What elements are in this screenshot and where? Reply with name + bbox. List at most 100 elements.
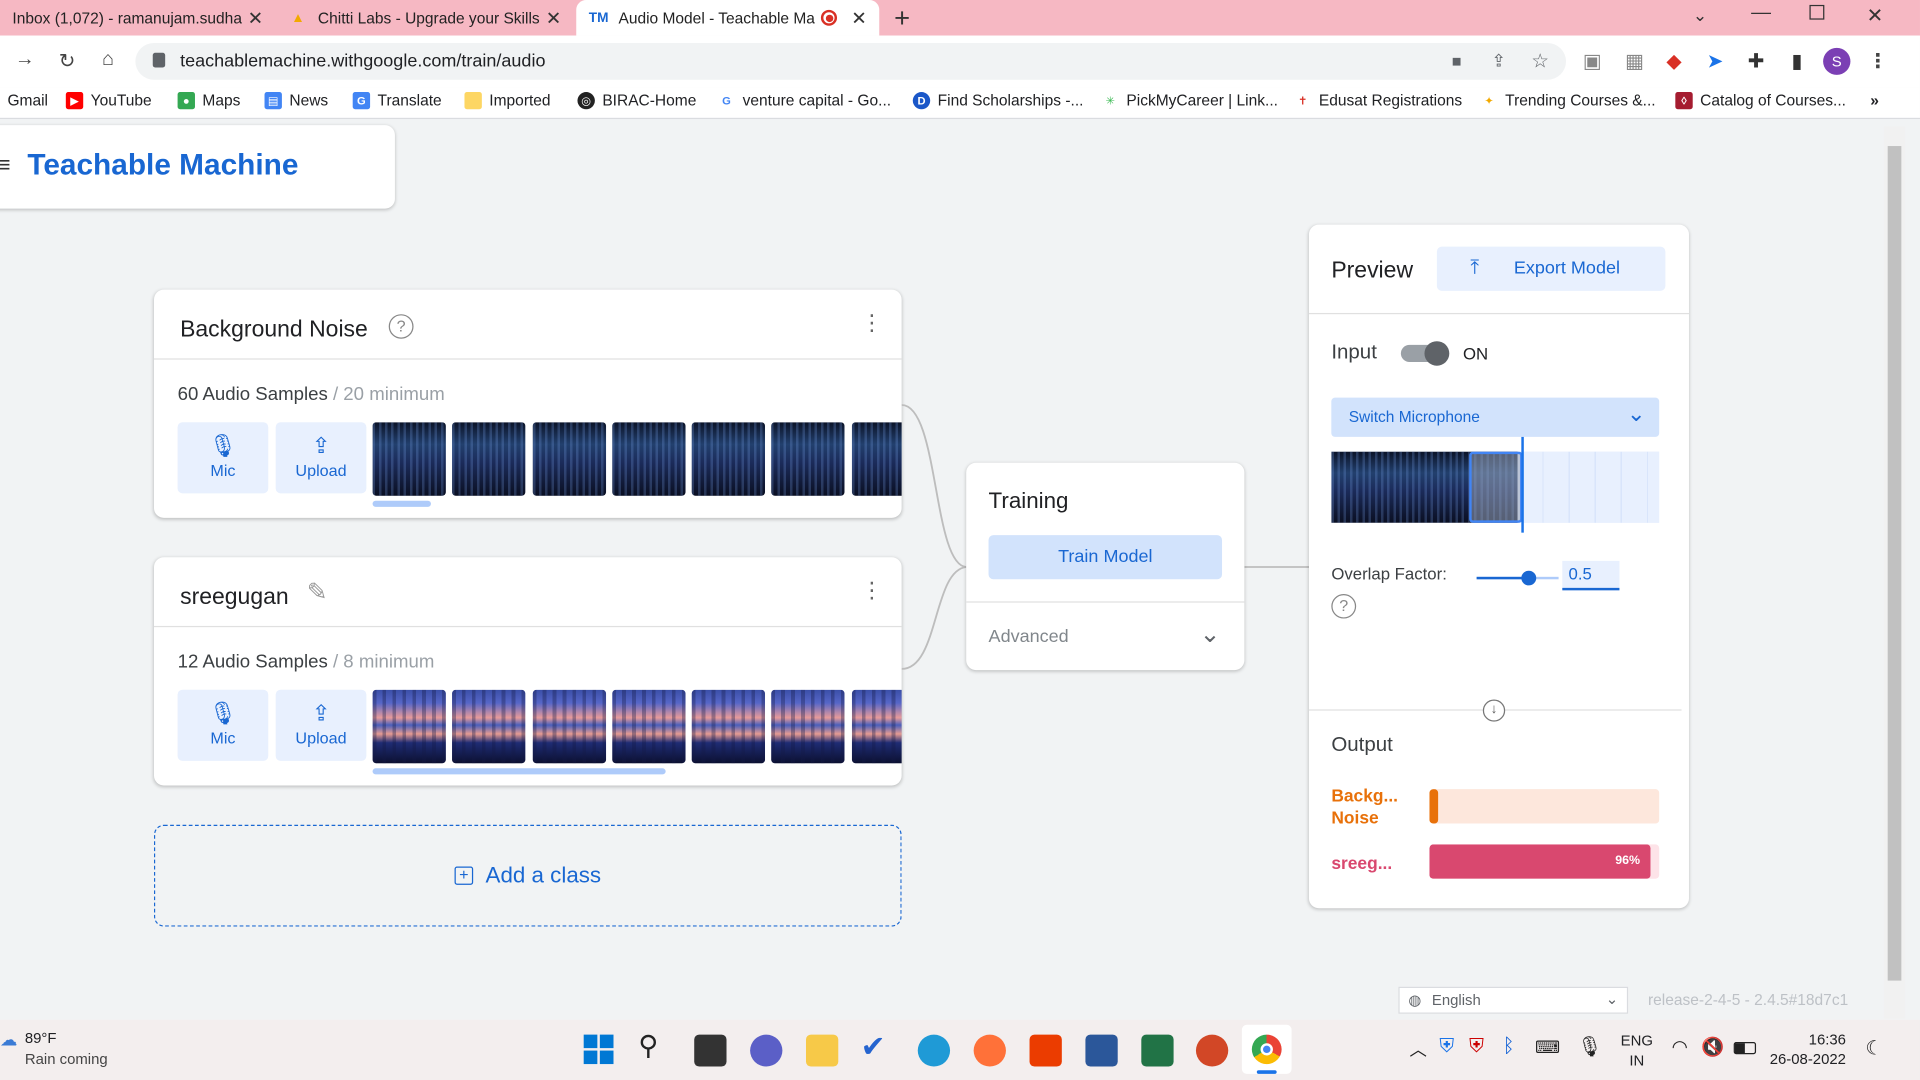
tab-chitti-labs[interactable]: ▲ Chitti Labs - Upgrade your Skills ✕ (276, 0, 574, 36)
extension-red-icon[interactable]: ◆ (1662, 49, 1687, 74)
export-model-button[interactable]: ⤒ Export Model (1436, 246, 1666, 291)
overlap-slider-track[interactable] (1476, 570, 1559, 586)
search-icon[interactable]: ⚲ (638, 1030, 658, 1062)
spectrogram-thumbnail[interactable] (691, 689, 766, 764)
defender-shield-icon[interactable]: ⛨ (1439, 1036, 1454, 1058)
spectrogram-thumbnail[interactable] (771, 422, 845, 496)
scrollbar-thumb[interactable] (1887, 146, 1902, 981)
bookmark-imported[interactable]: Imported (464, 92, 551, 110)
spectrogram-thumbnail[interactable] (851, 422, 902, 496)
clock[interactable]: 16:36 26-08-2022 (1770, 1030, 1846, 1069)
input-toggle[interactable] (1400, 341, 1450, 366)
bookmark-catalog[interactable]: ◊ Catalog of Courses... (1675, 92, 1846, 110)
bookmark-translate[interactable]: G Translate (352, 92, 442, 110)
thumbnail-scrollbar[interactable] (372, 500, 431, 507)
home-icon[interactable]: ⌂ (96, 49, 121, 71)
edge-icon[interactable] (917, 1034, 951, 1067)
battery-icon[interactable] (1733, 1041, 1757, 1055)
spectrogram-thumbnail[interactable] (372, 689, 446, 764)
windows-start-icon[interactable] (583, 1034, 614, 1065)
class-name[interactable]: sreegugan (180, 583, 289, 610)
tab-search-chevron-icon[interactable]: ⌄ (1693, 5, 1708, 26)
tab-inbox[interactable]: Inbox (1,072) - ramanujam.sudha ✕ (0, 0, 276, 36)
bluetooth-icon[interactable]: ᛒ (1503, 1036, 1515, 1058)
extension-blue-icon[interactable]: ➤ (1703, 49, 1728, 74)
edit-pencil-icon[interactable]: ✎ (307, 577, 328, 608)
spectrogram-thumbnail[interactable] (612, 689, 686, 764)
page-scrollbar[interactable] (1883, 126, 1906, 1019)
microphone-tray-icon[interactable]: 🎙 (1577, 1035, 1602, 1060)
bookmark-trending-courses[interactable]: ✦ Trending Courses &... (1480, 92, 1656, 110)
more-bookmarks-icon[interactable]: » (1870, 92, 1879, 109)
close-window-icon[interactable]: ✕ (1867, 4, 1884, 29)
keyboard-icon[interactable]: ⌨ (1535, 1037, 1560, 1058)
spectrogram-thumbnail[interactable] (532, 689, 607, 764)
wifi-icon[interactable]: ◠ (1672, 1036, 1688, 1058)
mic-button[interactable]: 🎙 Mic (177, 422, 269, 494)
spectrogram-thumbnail[interactable] (452, 422, 526, 496)
bookmark-gmail[interactable]: Gmail (7, 92, 48, 109)
add-class-button[interactable]: + Add a class (153, 824, 902, 927)
chat-icon[interactable] (750, 1034, 783, 1067)
notifications-icon[interactable]: ☾ (1865, 1036, 1883, 1061)
close-tab-icon[interactable]: ✕ (851, 7, 867, 29)
bookmark-find-scholarships[interactable]: D Find Scholarships -... (912, 92, 1083, 110)
overlap-factor-input[interactable]: 0.5 (1562, 560, 1620, 591)
minimize-icon[interactable]: — (1751, 2, 1771, 24)
bookmark-news[interactable]: ▤ News (264, 92, 328, 110)
extensions-puzzle-icon[interactable]: ✚ (1744, 49, 1769, 74)
office-icon[interactable] (1029, 1034, 1062, 1067)
advanced-toggle[interactable]: Advanced ⌄ (966, 603, 1244, 671)
bookmark-birac[interactable]: ◎ BIRAC-Home (577, 92, 696, 110)
mic-button[interactable]: 🎙 Mic (177, 689, 269, 761)
share-icon[interactable]: ⇪ (1492, 50, 1507, 71)
camera-icon[interactable]: ■ (1452, 52, 1462, 70)
close-tab-icon[interactable]: ✕ (546, 7, 562, 29)
todo-check-icon[interactable]: ✔ (861, 1030, 886, 1066)
spectrogram-thumbnail[interactable] (612, 422, 686, 496)
weather-temp[interactable]: 89°F (25, 1030, 57, 1047)
spectrogram-thumbnail[interactable] (532, 422, 607, 496)
forward-icon[interactable]: → (12, 49, 37, 71)
file-explorer-icon[interactable] (805, 1034, 839, 1067)
overlap-slider-thumb[interactable] (1521, 570, 1537, 586)
upload-button[interactable]: ⇪ Upload (275, 689, 367, 761)
address-bar[interactable]: teachablemachine.withgoogle.com/train/au… (135, 42, 1567, 80)
chevron-up-icon[interactable]: ︿ (1410, 1037, 1427, 1062)
restore-icon[interactable] (1809, 4, 1825, 20)
class-options-kebab-icon[interactable]: ⋮ (861, 579, 883, 601)
firefox-icon[interactable] (973, 1034, 1006, 1067)
spectrogram-thumbnail[interactable] (851, 689, 902, 764)
spectrogram-thumbnail[interactable] (372, 422, 446, 496)
thumbnail-scrollbar[interactable] (372, 768, 666, 775)
calendar-extension-icon[interactable]: ▦ (1622, 49, 1647, 74)
close-tab-icon[interactable]: ✕ (248, 7, 264, 29)
bookmark-youtube[interactable]: ▶ YouTube (65, 92, 152, 110)
bookmark-venture-capital[interactable]: Gventure capital - Go... (717, 92, 891, 110)
language-select[interactable]: ◍ English ⌄ (1398, 986, 1629, 1014)
chrome-taskbar-button[interactable] (1241, 1024, 1292, 1074)
upload-button[interactable]: ⇪ Upload (275, 422, 367, 494)
bookmark-star-icon[interactable]: ☆ (1531, 49, 1549, 74)
speaker-muted-icon[interactable]: 🔇 (1701, 1036, 1724, 1058)
bookmark-maps[interactable]: ● Maps (177, 92, 240, 110)
tab-audio-model[interactable]: TM Audio Model - Teachable Ma ✕ (576, 0, 880, 36)
microphone-select[interactable]: Switch Microphone ⌄ (1331, 397, 1660, 437)
train-model-button[interactable]: Train Model (988, 535, 1223, 580)
extension-q-icon[interactable]: ▣ (1580, 49, 1605, 74)
menu-kebab-icon[interactable]: ⋮ (1865, 49, 1890, 74)
weather-text[interactable]: Rain coming (25, 1051, 108, 1068)
class-options-kebab-icon[interactable]: ⋮ (861, 312, 883, 334)
class-name[interactable]: Background Noise (180, 315, 368, 342)
new-tab-icon[interactable]: + (894, 2, 910, 34)
profile-avatar[interactable]: S (1823, 47, 1851, 75)
reload-icon[interactable]: ↻ (55, 49, 80, 74)
hamburger-menu-icon[interactable]: ≡ (0, 152, 11, 178)
spectrogram-thumbnail[interactable] (771, 689, 845, 764)
mcafee-icon[interactable]: ⛨ (1469, 1036, 1484, 1058)
spectrogram-thumbnail[interactable] (452, 689, 526, 764)
task-view-icon[interactable] (694, 1034, 727, 1067)
language-indicator[interactable]: ENG IN (1621, 1031, 1653, 1070)
bookmark-edusat[interactable]: ✝ Edusat Registrations (1294, 92, 1462, 110)
bookmark-pickmycareer[interactable]: ✳ PickMyCareer | Link... (1101, 92, 1278, 110)
